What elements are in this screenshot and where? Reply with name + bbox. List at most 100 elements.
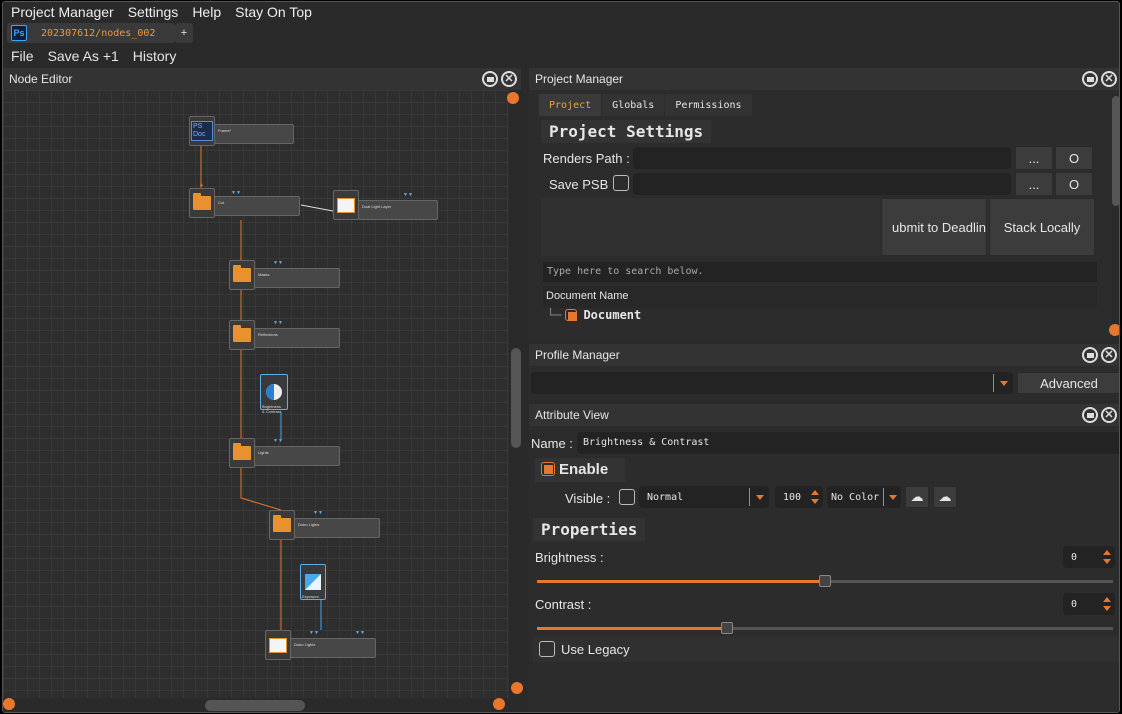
document-name-header: Document Name bbox=[543, 286, 1097, 308]
folder-icon bbox=[193, 193, 211, 210]
contrast-slider[interactable] bbox=[537, 622, 1113, 634]
float-panel-icon[interactable] bbox=[1082, 407, 1098, 423]
brightness-value: 0 bbox=[1071, 551, 1078, 563]
document-item-label: Document bbox=[583, 308, 642, 322]
float-panel-icon[interactable] bbox=[1082, 71, 1098, 87]
renders-path-open-button[interactable]: O bbox=[1055, 146, 1093, 170]
blend-mode-value: Normal bbox=[647, 491, 684, 503]
save-psb-open-button[interactable]: O bbox=[1055, 172, 1093, 196]
node-editor-hscroll[interactable] bbox=[3, 698, 521, 712]
layer-name-input[interactable]: Brightness & Contrast bbox=[577, 432, 1119, 454]
menu-file[interactable]: File bbox=[11, 48, 34, 64]
add-tab-button[interactable]: + bbox=[175, 23, 193, 43]
float-panel-icon[interactable] bbox=[1082, 347, 1098, 363]
contrast-value: 0 bbox=[1071, 598, 1078, 610]
node-editor-panel: Node Editor ✕ PS Doc Frame* Cut ▼▼ ▲ Dua… bbox=[3, 68, 521, 712]
contrast-slider-handle[interactable] bbox=[721, 622, 733, 634]
tab-globals[interactable]: Globals bbox=[602, 94, 665, 116]
brightness-slider-fill bbox=[537, 580, 825, 583]
spin-down-icon[interactable] bbox=[811, 499, 819, 504]
brightness-slider[interactable] bbox=[537, 575, 1113, 587]
resize-handle[interactable] bbox=[507, 92, 519, 104]
spin-down-icon[interactable] bbox=[1103, 559, 1111, 564]
resize-handle[interactable] bbox=[493, 698, 505, 710]
attribute-view-title: Attribute View bbox=[535, 408, 609, 422]
renders-path-input[interactable] bbox=[633, 147, 1011, 169]
cloud-download-icon[interactable]: ☁ bbox=[905, 486, 929, 508]
folder-icon bbox=[233, 443, 251, 460]
spin-down-icon[interactable] bbox=[1103, 606, 1111, 611]
node-editor-vscroll[interactable] bbox=[509, 90, 521, 698]
save-psb-label: Save PSB bbox=[549, 177, 609, 192]
node-label: Dubo Lights bbox=[290, 638, 376, 658]
menu-help[interactable]: Help bbox=[192, 4, 221, 20]
node-label: Cut bbox=[214, 196, 300, 216]
profile-select[interactable] bbox=[531, 372, 1013, 394]
document-tab-title: 202307612/nodes_002 bbox=[41, 27, 156, 39]
node-label: Masks bbox=[254, 268, 340, 288]
save-psb-path-input[interactable] bbox=[633, 173, 1011, 195]
use-legacy-checkbox[interactable] bbox=[539, 641, 555, 657]
file-menu-bar: File Save As +1 History bbox=[3, 45, 1119, 67]
node-graph-canvas[interactable]: PS Doc Frame* Cut ▼▼ ▲ Dual Light Layer ▼… bbox=[3, 90, 509, 698]
project-manager-title-bar: Project Manager ✕ bbox=[529, 68, 1119, 90]
spin-up-icon[interactable] bbox=[1103, 597, 1111, 602]
menu-history[interactable]: History bbox=[133, 48, 177, 64]
save-psb-browse-button[interactable]: ... bbox=[1015, 172, 1053, 196]
project-vscroll[interactable] bbox=[1111, 94, 1119, 340]
menu-save-as[interactable]: Save As +1 bbox=[48, 48, 119, 64]
node-editor-title: Node Editor bbox=[9, 72, 73, 86]
close-icon[interactable]: ✕ bbox=[501, 71, 517, 87]
save-psb-checkbox[interactable] bbox=[613, 175, 629, 191]
menu-stay-on-top[interactable]: Stay On Top bbox=[235, 4, 312, 20]
profile-manager-title: Profile Manager bbox=[535, 348, 620, 362]
cloud-upload-icon[interactable]: ☁ bbox=[933, 486, 957, 508]
attribute-view-title-bar: Attribute View ✕ bbox=[529, 404, 1119, 426]
vscroll-thumb[interactable] bbox=[1112, 96, 1119, 206]
spin-up-icon[interactable] bbox=[811, 490, 819, 495]
resize-handle[interactable] bbox=[511, 682, 523, 694]
brightness-spinbox[interactable]: 0 bbox=[1063, 546, 1115, 568]
resize-handle[interactable] bbox=[3, 698, 15, 710]
image-layer-icon bbox=[269, 637, 287, 653]
enable-checkbox[interactable] bbox=[541, 462, 555, 476]
contrast-label: Contrast : bbox=[535, 597, 592, 612]
resize-handle[interactable] bbox=[1109, 324, 1119, 336]
close-icon[interactable]: ✕ bbox=[1101, 347, 1117, 363]
document-search-input[interactable]: Type here to search below. bbox=[543, 262, 1097, 282]
visible-checkbox[interactable] bbox=[619, 489, 635, 505]
menu-settings[interactable]: Settings bbox=[128, 4, 179, 20]
contrast-slider-fill bbox=[537, 627, 727, 630]
folder-icon bbox=[233, 265, 251, 282]
document-tree-item[interactable]: └─ Document bbox=[547, 308, 641, 322]
close-icon[interactable]: ✕ bbox=[1101, 407, 1117, 423]
enable-label: Enable bbox=[559, 461, 609, 478]
close-icon[interactable]: ✕ bbox=[1101, 71, 1117, 87]
tab-permissions[interactable]: Permissions bbox=[665, 94, 752, 116]
hscroll-thumb[interactable] bbox=[205, 700, 305, 711]
node-label: Dubo Lights bbox=[294, 518, 380, 538]
menu-bar: Project Manager Settings Help Stay On To… bbox=[3, 2, 1119, 22]
submit-to-deadline-button[interactable]: ubmit to Deadlin bbox=[881, 198, 987, 256]
document-visibility-checkbox[interactable] bbox=[565, 309, 578, 321]
spin-up-icon[interactable] bbox=[1103, 550, 1111, 555]
float-panel-icon[interactable] bbox=[482, 71, 498, 87]
renders-path-browse-button[interactable]: ... bbox=[1015, 146, 1053, 170]
tree-branch: └─ bbox=[547, 308, 562, 322]
stack-locally-button[interactable]: Stack Locally bbox=[989, 198, 1095, 256]
node-label: Dual Light Layer bbox=[358, 200, 438, 220]
node-label: Lights bbox=[254, 446, 340, 466]
blend-mode-select[interactable]: Normal bbox=[639, 486, 769, 508]
color-select[interactable]: No Color bbox=[827, 486, 901, 508]
vscroll-thumb[interactable] bbox=[511, 348, 521, 448]
contrast-spinbox[interactable]: 0 bbox=[1063, 593, 1115, 615]
menu-project-manager[interactable]: Project Manager bbox=[11, 4, 114, 20]
node-label: Brightness & Contrast bbox=[262, 404, 281, 414]
folder-icon bbox=[233, 325, 251, 342]
opacity-spinbox[interactable]: 100 bbox=[775, 486, 823, 508]
tab-project[interactable]: Project bbox=[539, 94, 602, 116]
brightness-slider-handle[interactable] bbox=[819, 575, 831, 587]
node-label: Reflections bbox=[254, 328, 340, 348]
advanced-button[interactable]: Advanced bbox=[1017, 372, 1119, 394]
document-tab[interactable]: Ps 202307612/nodes_002 bbox=[7, 23, 175, 43]
